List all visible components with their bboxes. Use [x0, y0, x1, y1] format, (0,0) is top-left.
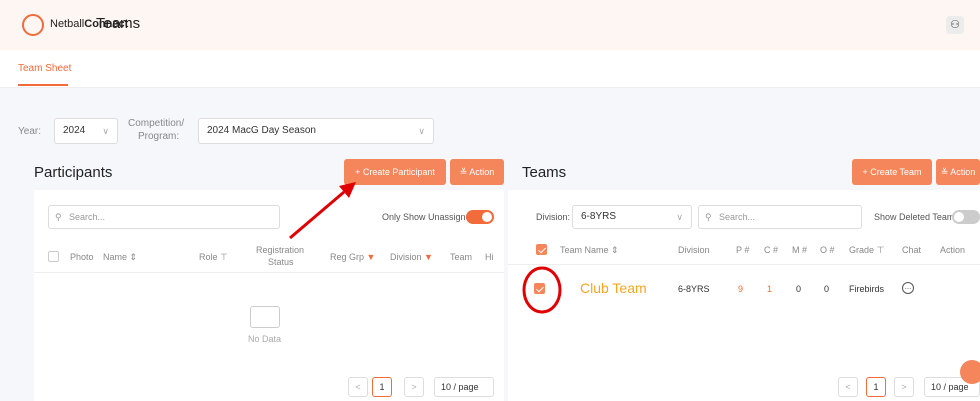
teams-search-input[interactable]: ⚲ Search... [698, 205, 862, 229]
col-p: P # [736, 245, 750, 255]
page-size-select[interactable]: 10 / page [434, 377, 494, 397]
chevron-down-icon: ∨ [418, 126, 425, 136]
search-icon: ⚲ [705, 212, 712, 222]
page-title: Teams [96, 15, 141, 32]
empty-inbox-icon [250, 306, 280, 328]
select-all-teams-checkbox[interactable] [536, 244, 547, 255]
table-header-divider [34, 272, 504, 273]
team-grade-cell: Firebirds [849, 284, 885, 294]
teams-page-1-button[interactable]: 1 [866, 377, 886, 397]
col-reg-grp[interactable]: Reg Grp ▼ [330, 252, 375, 262]
col-action: Action [940, 245, 966, 255]
floating-help-button[interactable] [960, 360, 980, 384]
sub-navigation: Team Sheet [0, 50, 980, 88]
chat-icon[interactable]: … [902, 282, 914, 294]
team-m-cell: 0 [796, 284, 802, 294]
show-deleted-toggle[interactable] [952, 210, 980, 224]
col-chat: Chat [902, 245, 922, 255]
teams-prev-page-button[interactable]: < [838, 377, 858, 397]
select-all-participants-checkbox[interactable] [48, 251, 59, 262]
filter-icon[interactable]: ▼ [424, 252, 433, 262]
chevron-down-icon: ∨ [676, 212, 683, 222]
search-icon: ⚲ [55, 212, 62, 222]
col-m: M # [792, 245, 808, 255]
chevron-down-icon: ∨ [102, 126, 109, 136]
prev-page-button[interactable]: < [348, 377, 368, 397]
col-hi: Hi [485, 252, 494, 262]
col-status: Status [268, 257, 294, 267]
team-row-checkbox[interactable] [534, 283, 545, 294]
users-icon[interactable]: ⚇ [946, 16, 964, 34]
year-select[interactable]: 2024 ∨ [54, 118, 118, 144]
participants-title: Participants [34, 164, 113, 181]
col-name[interactable]: Name ⇕ [103, 252, 137, 263]
only-unassigned-toggle[interactable] [466, 210, 494, 224]
col-o: O # [820, 245, 835, 255]
participants-action-button[interactable]: ≚ Action [450, 159, 504, 185]
col-grade[interactable]: Grade ⊤ [849, 245, 884, 256]
create-team-button[interactable]: + Create Team [852, 159, 932, 185]
col-team: Team [450, 252, 473, 262]
competition-label-line2: Program: [138, 131, 180, 142]
team-name-cell[interactable]: Club Team [580, 280, 647, 296]
teams-title: Teams [522, 164, 567, 181]
team-c-cell: 1 [767, 284, 773, 294]
competition-select[interactable]: 2024 MacG Day Season ∨ [198, 118, 434, 144]
teams-next-page-button[interactable]: > [894, 377, 914, 397]
filter-icon[interactable]: ▼ [367, 252, 376, 262]
team-o-cell: 0 [824, 284, 830, 294]
division-label: Division: [536, 212, 571, 222]
teams-header-divider [508, 264, 980, 265]
team-division-cell: 6-8YRS [678, 284, 710, 294]
top-bar: NetballConnect Teams ⚇ [0, 0, 980, 50]
col-registration: Registration [256, 245, 305, 255]
active-tab-indicator [18, 84, 68, 86]
tab-team-sheet[interactable]: Team Sheet [18, 63, 71, 74]
division-select[interactable]: 6-8YRS ∨ [572, 205, 692, 229]
team-p-cell: 9 [738, 284, 744, 294]
no-data-text: No Data [248, 334, 282, 344]
col-division[interactable]: Division ▼ [390, 252, 433, 262]
year-label: Year: [18, 126, 41, 137]
next-page-button[interactable]: > [404, 377, 424, 397]
create-participant-button[interactable]: + Create Participant [344, 159, 446, 185]
netball-logo-icon [22, 14, 44, 36]
col-team-name[interactable]: Team Name ⇕ [560, 245, 619, 256]
col-photo: Photo [70, 252, 94, 262]
competition-label-line1: Competition/ [128, 118, 185, 129]
participants-search-input[interactable]: ⚲ Search... [48, 205, 280, 229]
page-1-button[interactable]: 1 [372, 377, 392, 397]
teams-action-button[interactable]: ≚ Action [936, 159, 980, 185]
col-division: Division [678, 245, 710, 255]
col-c: C # [764, 245, 779, 255]
col-role[interactable]: Role ⊤ [199, 252, 228, 263]
show-deleted-label: Show Deleted Teams [874, 212, 959, 222]
only-unassigned-label: Only Show Unassigned [382, 212, 476, 222]
